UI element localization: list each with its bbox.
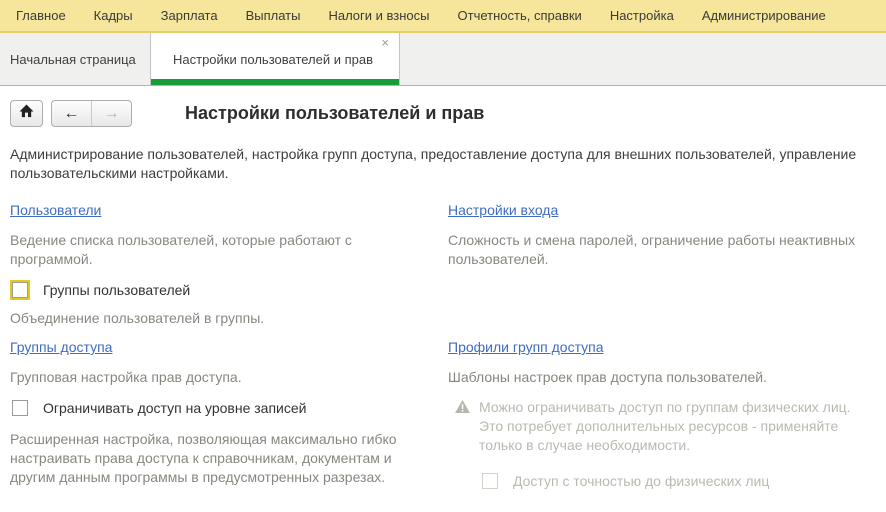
record-level-access-checkbox-row[interactable]: Ограничивать доступ на уровне записей	[10, 400, 448, 416]
physical-persons-access-checkbox-row: Доступ с точностью до физических лиц	[480, 473, 876, 489]
access-group-profiles-description: Шаблоны настроек прав доступа пользовате…	[448, 368, 868, 387]
home-icon	[19, 104, 34, 123]
menu-item-payments[interactable]: Выплаты	[232, 8, 315, 23]
users-description: Ведение списка пользователей, которые ра…	[10, 231, 430, 269]
section-access-group-profiles: Профили групп доступа Шаблоны настроек п…	[448, 339, 876, 489]
physical-persons-access-checkbox[interactable]	[482, 473, 498, 489]
warning-text-line2: Это потребует дополнительных ресурсов - …	[479, 417, 871, 455]
section-users: Пользователи Ведение списка пользователе…	[10, 202, 448, 339]
record-level-access-description: Расширенная настройка, позволяющая макси…	[10, 430, 426, 487]
user-groups-description: Объединение пользователей в группы.	[10, 309, 430, 328]
menu-item-reporting[interactable]: Отчетность, справки	[444, 8, 596, 23]
settings-sections: Пользователи Ведение списка пользователе…	[10, 202, 876, 489]
user-groups-checkbox[interactable]	[12, 282, 28, 298]
history-nav-group: ← →	[51, 100, 132, 127]
login-settings-link[interactable]: Настройки входа	[448, 202, 558, 218]
access-groups-description: Групповая настройка прав доступа.	[10, 368, 430, 387]
warning-text-line1: Можно ограничивать доступ по группам физ…	[479, 398, 871, 417]
page-description: Администрирование пользователей, настрой…	[10, 145, 870, 183]
menu-item-administration[interactable]: Администрирование	[688, 8, 840, 23]
back-arrow-icon: ←	[64, 105, 80, 123]
users-link[interactable]: Пользователи	[10, 202, 101, 218]
main-menu-bar: Главное Кадры Зарплата Выплаты Налоги и …	[0, 0, 886, 33]
home-button[interactable]	[10, 100, 43, 127]
menu-item-taxes[interactable]: Налоги и взносы	[314, 8, 443, 23]
tab-user-rights-settings[interactable]: Настройки пользователей и прав ×	[150, 33, 400, 85]
tab-close-icon[interactable]: ×	[381, 36, 389, 49]
page-content: ← → Настройки пользователей и прав Админ…	[0, 100, 886, 489]
tab-home-page-label: Начальная страница	[10, 52, 136, 67]
section-login-settings: Настройки входа Сложность и смена пароле…	[448, 202, 876, 339]
login-settings-description: Сложность и смена паролей, ограничение р…	[448, 231, 868, 269]
active-tab-indicator	[151, 79, 399, 85]
physical-persons-access-checkbox-label: Доступ с точностью до физических лиц	[513, 473, 769, 489]
back-button[interactable]: ←	[52, 101, 92, 126]
warning-text: Можно ограничивать доступ по группам физ…	[479, 398, 871, 455]
menu-item-hr[interactable]: Кадры	[80, 8, 147, 23]
access-groups-link[interactable]: Группы доступа	[10, 339, 112, 355]
record-level-access-checkbox-label: Ограничивать доступ на уровне записей	[43, 400, 306, 416]
menu-item-main[interactable]: Главное	[2, 8, 80, 23]
menu-item-salary[interactable]: Зарплата	[147, 8, 232, 23]
section-access-groups: Группы доступа Групповая настройка прав …	[10, 339, 448, 489]
warning-icon	[455, 400, 470, 455]
tab-user-rights-settings-label: Настройки пользователей и прав	[173, 52, 373, 67]
user-groups-checkbox-row[interactable]: Группы пользователей	[10, 282, 448, 298]
forward-arrow-icon: →	[104, 105, 120, 123]
navigation-toolbar: ← → Настройки пользователей и прав	[10, 100, 876, 127]
tab-bar: Начальная страница Настройки пользовател…	[0, 33, 886, 86]
forward-button-disabled[interactable]: →	[92, 101, 131, 126]
menu-item-settings[interactable]: Настройка	[596, 8, 688, 23]
page-title: Настройки пользователей и прав	[185, 103, 484, 124]
user-groups-checkbox-label: Группы пользователей	[43, 282, 190, 298]
physical-persons-warning: Можно ограничивать доступ по группам физ…	[448, 398, 876, 455]
tab-home-page[interactable]: Начальная страница	[0, 33, 150, 85]
access-group-profiles-link[interactable]: Профили групп доступа	[448, 339, 604, 355]
record-level-access-checkbox[interactable]	[12, 400, 28, 416]
